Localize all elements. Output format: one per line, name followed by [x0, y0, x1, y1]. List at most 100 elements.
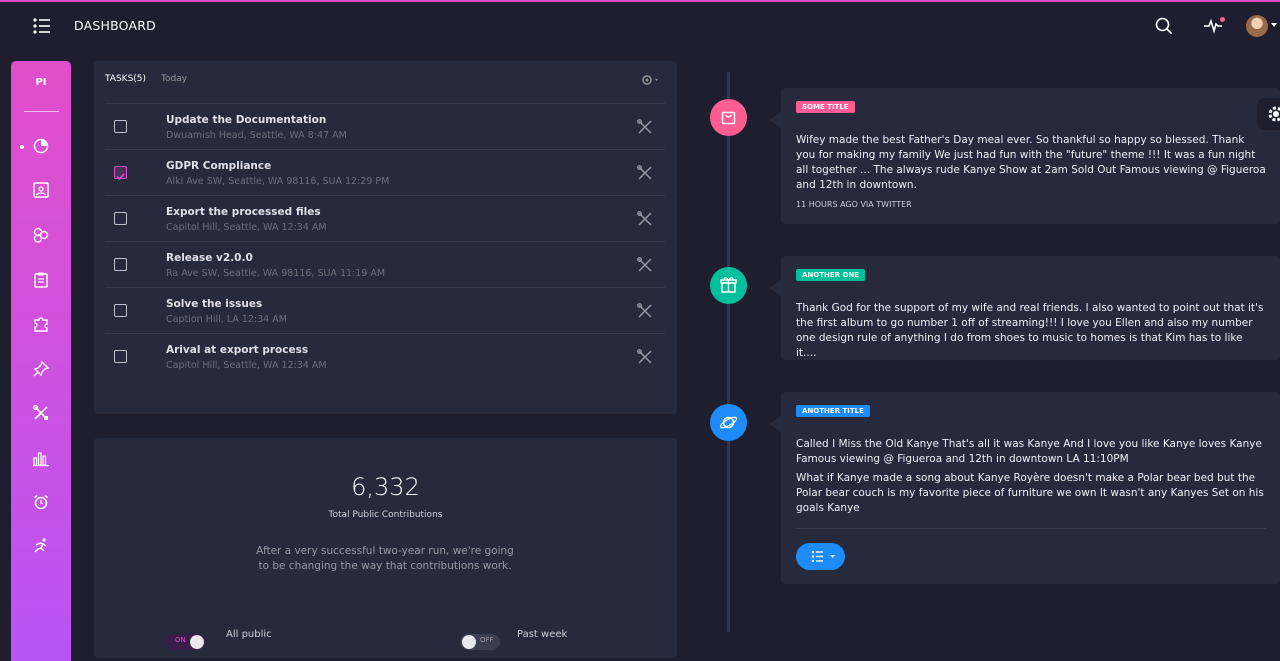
contributions-number: 6,332: [351, 473, 420, 501]
runner-icon: [34, 538, 47, 553]
task-meta: Capitol Hill, Seattle, WA 12:34 AM: [166, 222, 327, 233]
task-title: Export the processed files: [166, 206, 321, 218]
sidebar-item-pin[interactable]: [32, 360, 50, 378]
task-title: Solve the issues: [166, 298, 263, 310]
timeline-line: [727, 72, 730, 632]
alarm-icon: [34, 494, 48, 510]
fixed-settings-button[interactable]: [1257, 98, 1280, 130]
sidebar-item-dashboard[interactable]: [32, 137, 50, 155]
brand-title[interactable]: DASHBOARD: [74, 18, 156, 33]
sidebar-divider: [24, 111, 59, 112]
task-row: Release v2.0.0 Ra Ave SW, Seattle, WA 98…: [105, 241, 665, 287]
task-row: Update the Documentation Dwuamish Head, …: [105, 103, 665, 149]
sidebar-item-alarm[interactable]: [32, 493, 50, 511]
task-meta: Capitol Hill, Seattle, WA 12:34 AM: [166, 360, 327, 371]
sidebar-item-charts[interactable]: [32, 449, 50, 467]
toggle-knob: [190, 635, 204, 649]
tools-icon: [637, 303, 652, 318]
gear-icon: [642, 75, 658, 85]
timeline-tag: SOME TITLE: [796, 101, 855, 113]
active-indicator: [20, 145, 24, 149]
task-edit-button[interactable]: [636, 210, 654, 228]
notification-dot: [1220, 17, 1225, 22]
task-checkbox[interactable]: [114, 120, 127, 133]
timeline-card: ANOTHER TITLE Called I Miss the Old Kany…: [769, 392, 1280, 584]
past-week-toggle[interactable]: OFF: [460, 634, 500, 650]
puzzle-icon: [34, 317, 48, 332]
tools-icon: [32, 404, 48, 420]
contributions-card: 6,332 Total Public Contributions After a…: [94, 438, 677, 658]
timeline-actions-dropdown[interactable]: [796, 543, 845, 570]
shopping-bag-icon: [721, 111, 736, 125]
all-public-toggle[interactable]: ON: [166, 634, 206, 650]
sidebar-item-images[interactable]: [32, 181, 50, 199]
timeline-tag: ANOTHER ONE: [796, 269, 866, 281]
sidebar-item-tools[interactable]: [32, 404, 50, 422]
toggle-knob: [462, 635, 476, 649]
tools-icon: [637, 211, 652, 226]
timeline-badge: [710, 404, 747, 441]
pin-icon: [33, 360, 50, 377]
timeline-badge: [710, 99, 747, 136]
timeline-text: Called I Miss the Old Kanye That's all i…: [796, 438, 1262, 465]
timeline-text-secondary: What if Kanye made a song about Kanye Ro…: [796, 472, 1264, 514]
tasks-card: TASKS(5) Today Update the Documentation …: [94, 61, 677, 414]
toggle-on-text: ON: [175, 636, 186, 644]
timeline-divider: [796, 528, 1266, 529]
task-edit-button[interactable]: [636, 256, 654, 274]
timeline-arrow: [769, 416, 781, 432]
search-button[interactable]: [1152, 14, 1176, 38]
bar-chart-icon: [33, 452, 49, 467]
task-edit-button[interactable]: [636, 348, 654, 366]
task-edit-button[interactable]: [636, 302, 654, 320]
contributions-description: After a very successful two-year run, we…: [256, 545, 514, 572]
sidebar-item-atom[interactable]: [32, 226, 50, 244]
list-icon: [33, 18, 50, 34]
search-icon: [1155, 17, 1172, 34]
caret-down-icon[interactable]: [1271, 23, 1277, 27]
top-navbar: DASHBOARD: [0, 0, 1280, 50]
past-week-label: Past week: [517, 629, 568, 640]
clipboard-icon: [34, 272, 48, 288]
task-edit-button[interactable]: [636, 118, 654, 136]
task-checkbox[interactable]: [114, 350, 127, 363]
gift-icon: [720, 277, 737, 293]
all-public-label: All public: [226, 629, 272, 640]
sidebar-logo[interactable]: PI: [11, 77, 71, 88]
timeline-badge: [710, 267, 747, 304]
atom-icon: [33, 227, 49, 243]
sidebar-item-clipboard[interactable]: [32, 271, 50, 289]
task-meta: Caption Hill, LA 12:34 AM: [166, 314, 287, 325]
chart-pie-icon: [33, 138, 49, 154]
task-checkbox[interactable]: [114, 304, 127, 317]
task-title: Update the Documentation: [166, 114, 327, 126]
tools-icon: [637, 349, 652, 364]
task-meta: Dwuamish Head, Seattle, WA 8:47 AM: [166, 130, 347, 141]
check-icon: [116, 173, 125, 181]
tasks-settings-dropdown[interactable]: [640, 72, 662, 86]
task-row: GDPR Compliance Alki Ave SW, Seattle, WA…: [105, 149, 665, 195]
gear-icon: [1268, 106, 1280, 122]
task-row: Export the processed files Capitol Hill,…: [105, 195, 665, 241]
task-row: Solve the issues Caption Hill, LA 12:34 …: [105, 287, 665, 333]
timeline-card: SOME TITLE Wifey made the best Father's …: [769, 88, 1280, 224]
task-checkbox[interactable]: [114, 212, 127, 225]
task-checkbox[interactable]: [114, 258, 127, 271]
timeline-tag: ANOTHER TITLE: [796, 405, 870, 417]
task-title: Arival at export process: [166, 344, 309, 356]
avatar[interactable]: [1246, 15, 1268, 37]
timeline-arrow: [769, 112, 781, 128]
planet-icon: [719, 416, 738, 429]
contributions-label: Total Public Contributions: [328, 510, 443, 520]
menu-toggle-button[interactable]: [32, 17, 52, 35]
list-icon: [811, 550, 835, 563]
sidebar-item-puzzle[interactable]: [32, 315, 50, 333]
tools-icon: [637, 165, 652, 180]
task-edit-button[interactable]: [636, 164, 654, 182]
image-icon: [33, 182, 49, 198]
task-checkbox[interactable]: [114, 166, 127, 181]
sidebar-item-activity[interactable]: [32, 537, 50, 555]
tasks-title: TASKS(5): [105, 74, 147, 84]
task-meta: Ra Ave SW, Seattle, WA 98116, SUA 11:19 …: [166, 268, 386, 279]
task-title: Release v2.0.0: [166, 252, 253, 264]
